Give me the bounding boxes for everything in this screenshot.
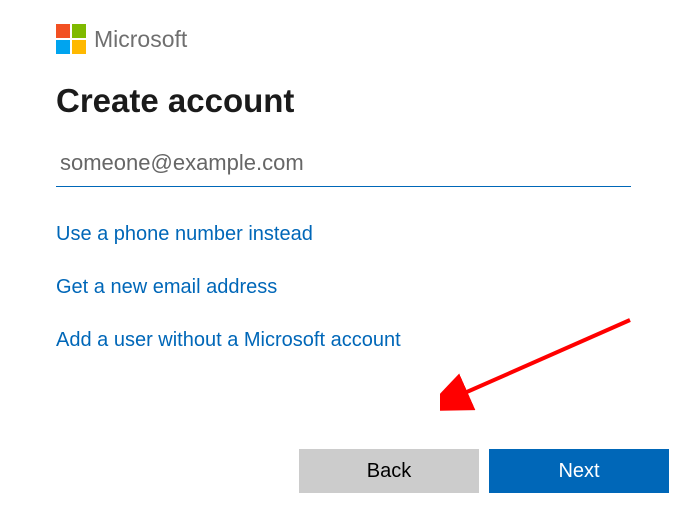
microsoft-brand: Microsoft	[56, 24, 631, 54]
email-input[interactable]	[56, 144, 631, 187]
microsoft-wordmark: Microsoft	[94, 26, 187, 53]
add-user-without-account-link[interactable]: Add a user without a Microsoft account	[56, 329, 631, 352]
microsoft-logo-icon	[56, 24, 86, 54]
page-title: Create account	[56, 82, 631, 120]
use-phone-link[interactable]: Use a phone number instead	[56, 223, 631, 246]
back-button[interactable]: Back	[299, 449, 479, 493]
get-new-email-link[interactable]: Get a new email address	[56, 276, 631, 299]
next-button[interactable]: Next	[489, 449, 669, 493]
